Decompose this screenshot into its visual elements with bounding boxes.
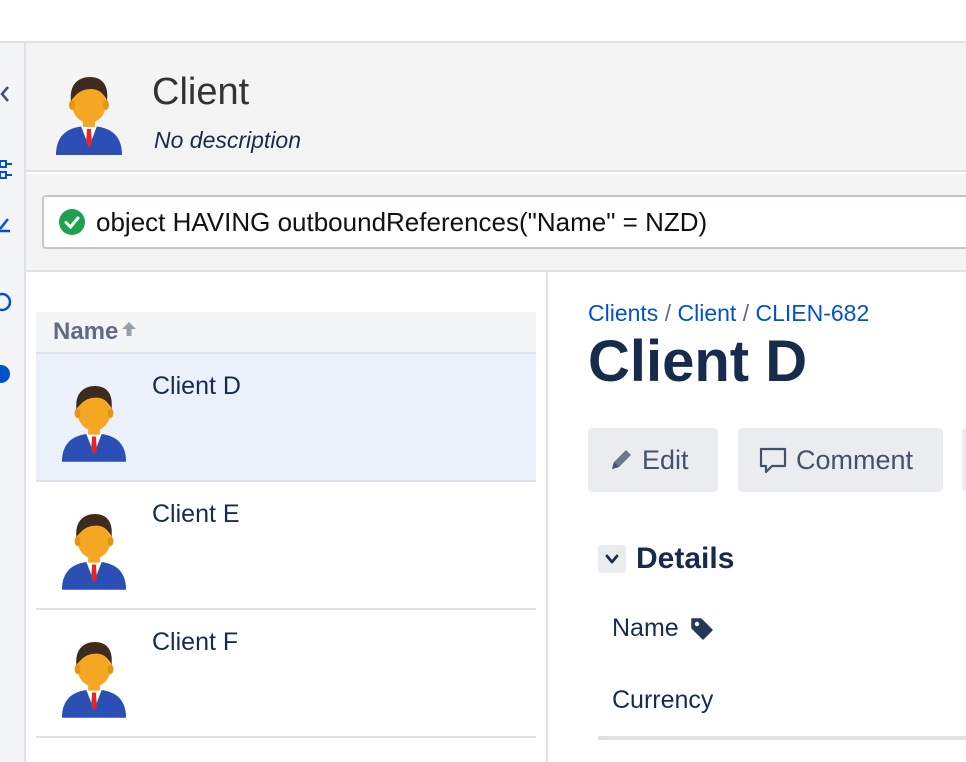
structure-icon[interactable] (0, 159, 12, 181)
check-circle-icon (59, 209, 85, 235)
query-text[interactable]: object HAVING outboundReferences("Name" … (96, 207, 707, 238)
top-bar (0, 0, 966, 43)
attribute-name: Name (612, 614, 715, 643)
list-item-label[interactable]: Client E (152, 500, 240, 529)
breadcrumb-separator: / (742, 300, 756, 326)
comment-button[interactable]: Comment (738, 428, 943, 492)
comment-icon (759, 447, 787, 474)
client-avatar-icon (60, 636, 128, 718)
client-avatar-icon (60, 380, 128, 462)
sort-ascending-icon[interactable] (120, 320, 138, 338)
left-nav-rail (0, 43, 26, 762)
attribute-name-label: Name (612, 614, 679, 642)
history-icon[interactable] (0, 291, 12, 313)
graph-icon[interactable] (0, 211, 12, 233)
details-section-toggle[interactable]: Details (598, 542, 734, 576)
breadcrumb-separator: / (664, 300, 678, 326)
attribute-currency-label: Currency (612, 686, 714, 714)
breadcrumb: Clients / Client / CLIEN-682 (588, 300, 869, 327)
comment-button-label: Comment (796, 444, 914, 475)
column-header-label: Name (53, 318, 119, 345)
list-item[interactable]: Client E (36, 482, 536, 610)
object-title: Client D (588, 329, 808, 394)
edit-button[interactable]: Edit (588, 428, 718, 492)
list-item-label[interactable]: Client D (152, 372, 241, 401)
divider (598, 736, 966, 740)
pencil-icon (612, 450, 631, 469)
list-item[interactable]: Client D (36, 354, 536, 482)
object-type-header: Client No description (26, 43, 966, 172)
object-detail-panel: Clients / Client / CLIEN-682 Client D Ed… (550, 272, 966, 762)
attribute-currency: Currency (612, 686, 713, 715)
info-icon[interactable] (0, 363, 12, 385)
object-type-title: Client (152, 71, 250, 113)
name-column-header[interactable]: Name (36, 312, 536, 354)
object-list-panel: Name Client D Client E Client F (26, 272, 548, 762)
list-item-label[interactable]: Client F (152, 628, 238, 657)
query-bar: object HAVING outboundReferences("Name" … (26, 174, 966, 272)
client-avatar-icon (54, 71, 124, 155)
breadcrumb-link-object-type[interactable]: Client (677, 300, 736, 326)
client-avatar-icon (60, 508, 128, 590)
chevron-down-icon[interactable] (598, 545, 626, 573)
object-type-description: No description (154, 127, 302, 153)
section-title: Details (636, 542, 735, 575)
iql-query-input[interactable]: object HAVING outboundReferences("Name" … (42, 195, 966, 249)
breadcrumb-link-object-key[interactable]: CLIEN-682 (755, 300, 869, 326)
chevron-left-icon[interactable] (0, 83, 12, 105)
more-actions-button[interactable] (962, 428, 966, 492)
list-item[interactable]: Client F (36, 610, 536, 738)
breadcrumb-link-clients[interactable]: Clients (588, 300, 658, 326)
edit-button-label: Edit (642, 444, 689, 475)
label-tag-icon (690, 617, 713, 640)
